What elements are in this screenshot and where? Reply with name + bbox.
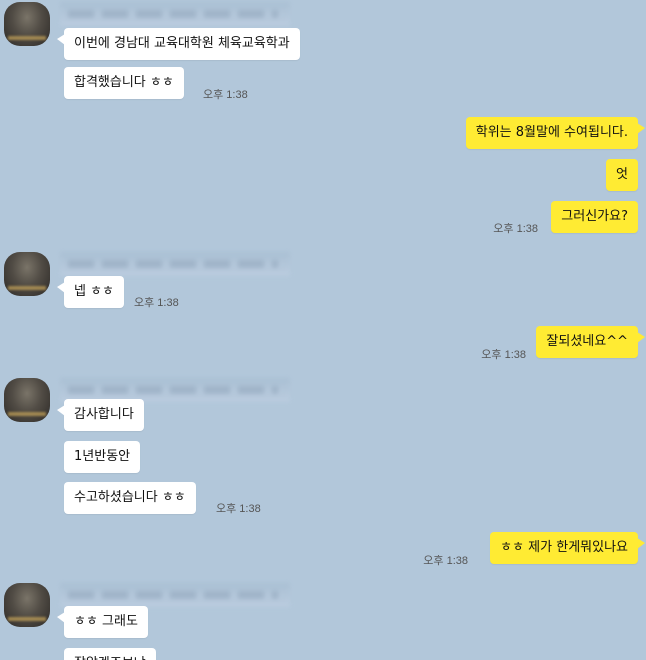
message-time: 오후 1:38	[203, 89, 248, 101]
outgoing-message[interactable]: ㅎㅎ 제가 한게뭐있나요	[490, 532, 645, 564]
incoming-message[interactable]: 1년반동안	[64, 441, 141, 473]
message-time: 오후 1:38	[481, 349, 526, 361]
incoming-message[interactable]: 넵 ㅎㅎ	[56, 276, 125, 308]
contact-avatar[interactable]	[4, 378, 50, 422]
sender-name-blurred	[60, 252, 290, 276]
incoming-message[interactable]: 합격했습니다 ㅎㅎ	[64, 67, 184, 99]
sender-name-blurred	[60, 583, 290, 607]
incoming-message[interactable]: 이번에 경남대 교육대학원 체육교육학과	[57, 28, 300, 60]
outgoing-message[interactable]: 그러신가요?	[551, 201, 638, 233]
message-time: 오후 1:38	[134, 297, 179, 309]
contact-avatar[interactable]	[4, 2, 50, 46]
contact-avatar[interactable]	[4, 252, 50, 296]
incoming-message[interactable]: 수고하셨습니다 ㅎㅎ	[64, 482, 196, 514]
outgoing-message[interactable]: 엇	[606, 159, 638, 191]
message-time: 오후 1:38	[423, 555, 468, 567]
incoming-message[interactable]: ㅎㅎ 그래도	[57, 606, 148, 638]
sender-name-blurred	[60, 2, 290, 26]
incoming-message[interactable]: 감사합니다	[57, 399, 144, 431]
outgoing-message[interactable]: 학위는 8월말에 수여됩니다.	[465, 117, 646, 149]
incoming-message[interactable]: 잘알겠죠보냐	[64, 648, 156, 660]
contact-avatar[interactable]	[4, 583, 50, 627]
outgoing-message[interactable]: 잘되셨네요^^	[536, 326, 645, 358]
message-time: 오후 1:38	[493, 223, 538, 235]
message-time: 오후 1:38	[216, 503, 261, 515]
